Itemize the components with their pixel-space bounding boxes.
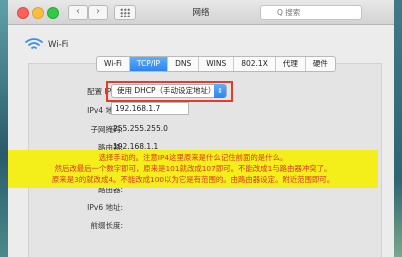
ipv4-address-value: 192.168.1.7 [115, 104, 161, 113]
tab-bar: Wi-Fi TCP/IP DNS WINS 802.1X 代理 硬件 [96, 56, 336, 72]
annotation-line-3: 原来是3的就改成4。不能改成100以为它是有范围的。由路由器设定。附近范围即可。 [51, 175, 335, 184]
ipv4-address-label: IPv4 地址: [87, 106, 123, 115]
ipv4-address-field[interactable]: 192.168.1.7 [111, 102, 189, 115]
tab-hardware[interactable]: 硬件 [306, 57, 335, 71]
search-input[interactable] [277, 6, 357, 19]
tab-dns[interactable]: DNS [168, 57, 200, 71]
prefix-length-label: 前缀长度: [90, 221, 123, 230]
ipv6-address-label: IPv6 地址: [87, 203, 123, 212]
subnet-mask-value: 255.255.255.0 [113, 124, 168, 133]
desktop-background-left [0, 0, 8, 257]
configure-ipv4-select[interactable]: 使用 DHCP（手动设定地址） ⇕ [111, 84, 227, 98]
network-preferences-window: ‹ › 网络 Wi-Fi 配置 IPv4: IPv4 地址: 子网掩码: 255… [8, 0, 394, 257]
tab-wifi[interactable]: Wi-Fi [97, 57, 130, 71]
wifi-icon [25, 38, 43, 49]
search-field[interactable] [260, 5, 362, 20]
select-arrows-icon: ⇕ [214, 84, 226, 98]
annotation-line-1: 选择手动的。注意IP4这里原来是什么记住前面的是什么。 [98, 153, 288, 162]
desktop-background-right [394, 0, 402, 257]
network-service-name: Wi-Fi [48, 40, 69, 50]
annotation-line-2: 然后改最后一个数字即可，原来是101就改成107即可。不能改成1与路由器冲突了。 [54, 164, 332, 173]
annotation-note: 选择手动的。注意IP4这里原来是什么记住前面的是什么。 然后改最后一个数字即可，… [8, 150, 378, 188]
tab-8021x[interactable]: 802.1X [234, 57, 276, 71]
tab-wins[interactable]: WINS [199, 57, 235, 71]
configure-ipv4-value: 使用 DHCP（手动设定地址） [117, 86, 216, 95]
title-bar: ‹ › 网络 [8, 0, 394, 25]
tab-tcpip[interactable]: TCP/IP [129, 57, 169, 71]
tab-proxy[interactable]: 代理 [276, 57, 306, 71]
subnet-mask-label: 子网掩码: [90, 125, 123, 134]
